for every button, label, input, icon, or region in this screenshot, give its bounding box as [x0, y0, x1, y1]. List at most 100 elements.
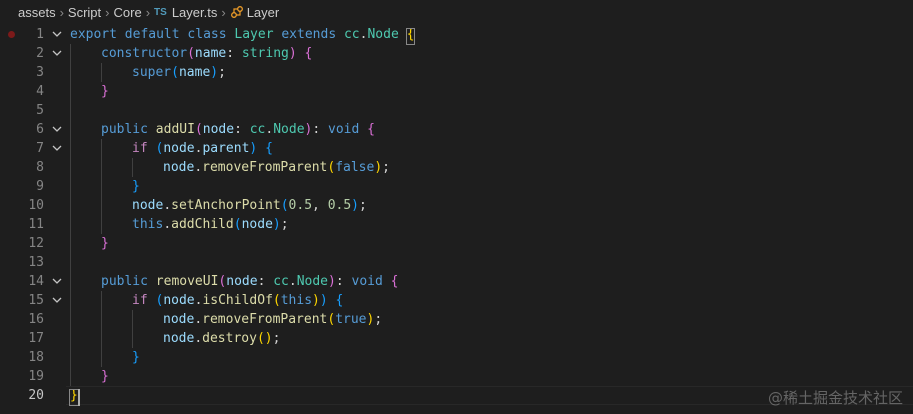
code-token: addChild: [171, 217, 234, 232]
code-line[interactable]: 7 if (node.parent) {: [0, 139, 913, 158]
code-line[interactable]: 11 this.addChild(node);: [0, 215, 913, 234]
code-token: node: [163, 312, 195, 327]
code-token: ;: [272, 331, 281, 346]
code-line[interactable]: 9}: [0, 177, 913, 196]
chevron-right-icon: ›: [221, 4, 226, 20]
code-token: cc: [249, 122, 266, 137]
breadcrumb-item-assets[interactable]: assets: [18, 5, 56, 20]
code-token: .: [163, 198, 172, 213]
code-token: Node: [273, 122, 305, 137]
code-token: parent: [202, 141, 250, 156]
line-number: 18: [28, 350, 44, 365]
code-token: default: [124, 27, 180, 42]
breadcrumb-item-symbol[interactable]: Layer: [247, 5, 280, 20]
code-line[interactable]: 12}: [0, 234, 913, 253]
line-number: 12: [28, 236, 44, 251]
line-number: 7: [36, 141, 44, 156]
code-line[interactable]: 4}: [0, 82, 913, 101]
code-token: node: [163, 293, 195, 308]
code-token: cc: [343, 27, 360, 42]
line-number: 15: [28, 293, 44, 308]
fold-chevron-icon[interactable]: [51, 44, 63, 63]
code-token: true: [335, 312, 367, 327]
code-editor[interactable]: 1 export default class Layer extends cc.N…: [0, 22, 913, 414]
code-token: ;: [374, 312, 383, 327]
fold-chevron-icon[interactable]: [51, 25, 63, 44]
code-token: (: [280, 198, 289, 213]
code-line[interactable]: 8 node.removeFromParent(false);: [0, 158, 913, 177]
code-line[interactable]: 2 constructor(name: string) {: [0, 44, 913, 63]
code-line[interactable]: 15 if (node.isChildOf(this)) {: [0, 291, 913, 310]
code-token: node: [132, 198, 164, 213]
code-line[interactable]: 5: [0, 101, 913, 120]
code-token: if: [132, 141, 148, 156]
code-token: string: [241, 46, 289, 61]
code-line[interactable]: 16 node.removeFromParent(true);: [0, 310, 913, 329]
code-token: node: [226, 274, 258, 289]
code-token: name: [194, 46, 227, 61]
breadcrumb-item-file[interactable]: Layer.ts: [172, 5, 218, 20]
code-token: this: [280, 293, 313, 308]
code-token: ;: [382, 160, 390, 175]
code-token: destroy: [202, 331, 257, 346]
code-text: node.removeFromParent(false);: [163, 158, 390, 177]
fold-chevron-icon[interactable]: [51, 139, 63, 158]
line-number: 19: [28, 369, 44, 384]
code-token: ): [312, 293, 320, 308]
code-line[interactable]: 14 public removeUI(node: cc.Node): void {: [0, 272, 913, 291]
code-token: addUI: [155, 122, 195, 137]
code-token: ): [288, 46, 297, 61]
code-line[interactable]: 1 export default class Layer extends cc.N…: [0, 25, 913, 44]
code-token: }: [101, 369, 109, 384]
code-token: }: [101, 236, 109, 251]
code-text: node.setAnchorPoint(0.5, 0.5);: [132, 196, 367, 215]
code-text: if (node.parent) {: [132, 139, 273, 158]
code-token: removeUI: [155, 274, 219, 289]
code-line[interactable]: 19}: [0, 367, 913, 386]
fold-chevron-icon[interactable]: [51, 120, 63, 139]
breadcrumb-item-core[interactable]: Core: [114, 5, 142, 20]
code-text: }: [101, 367, 109, 386]
code-text: if (node.isChildOf(this)) {: [132, 291, 343, 310]
code-token: removeFromParent: [202, 160, 328, 175]
line-number: 16: [28, 312, 44, 327]
fold-chevron-icon[interactable]: [51, 291, 63, 310]
code-token: Node: [296, 274, 329, 289]
code-token: super: [132, 65, 172, 80]
code-token: (: [194, 122, 203, 137]
chevron-right-icon: ›: [145, 4, 151, 20]
code-line[interactable]: 18}: [0, 348, 913, 367]
breadcrumb: assets › Script › Core › TS Layer.ts › L…: [0, 0, 913, 24]
fold-chevron-icon[interactable]: [51, 272, 63, 291]
code-token: ;: [359, 198, 367, 213]
code-line[interactable]: 10 node.setAnchorPoint(0.5, 0.5);: [0, 196, 913, 215]
code-token: constructor: [101, 46, 188, 61]
code-text: constructor(name: string) {: [101, 44, 312, 63]
code-token: false: [335, 160, 375, 175]
code-token: Layer: [234, 27, 274, 42]
code-line[interactable]: 13: [0, 253, 913, 272]
code-token: node: [241, 217, 273, 232]
breadcrumb-item-script[interactable]: Script: [68, 5, 101, 20]
code-line[interactable]: 17 node.destroy();: [0, 329, 913, 348]
code-token: ): [351, 198, 359, 213]
code-line[interactable]: 6 public addUI(node: cc.Node): void {: [0, 120, 913, 139]
code-token: }: [132, 350, 140, 365]
code-token: setAnchorPoint: [171, 198, 281, 213]
code-text: }: [132, 177, 140, 196]
code-token: public: [101, 274, 148, 289]
code-token: node: [163, 141, 195, 156]
code-text: node.removeFromParent(true);: [163, 310, 382, 329]
code-line[interactable]: 3 super(name);: [0, 63, 913, 82]
code-token: ,: [312, 198, 328, 213]
typescript-file-icon: TS: [154, 6, 167, 18]
code-text: }: [101, 234, 109, 253]
chevron-right-icon: ›: [105, 4, 110, 20]
code-token: :: [312, 122, 329, 137]
